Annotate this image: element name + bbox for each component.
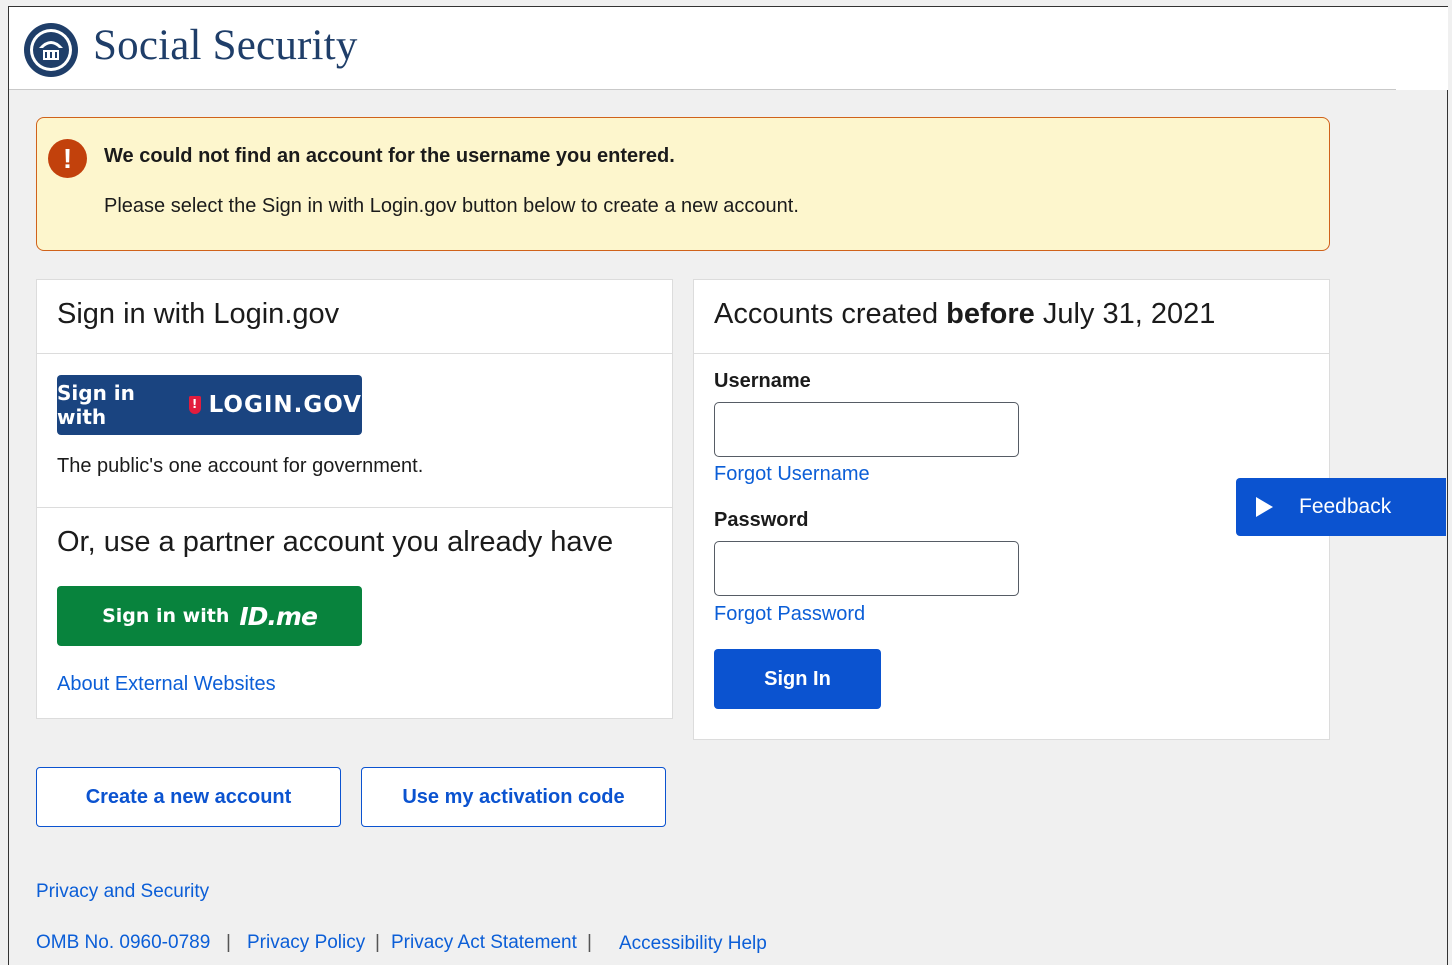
exclamation-icon: ! xyxy=(48,139,87,178)
sign-in-login-gov-button[interactable]: Sign in with ! LOGIN.GOV xyxy=(57,375,362,435)
footer-separator: | xyxy=(226,932,231,953)
privacy-act-statement-link[interactable]: Privacy Act Statement xyxy=(391,932,577,954)
legacy-panel-title: Accounts created before July 31, 2021 xyxy=(694,280,1329,354)
site-brand[interactable]: Social Security xyxy=(93,21,358,70)
site-header: Social Security xyxy=(9,7,1396,90)
sign-in-idme-button[interactable]: Sign in with ID.me xyxy=(57,586,362,646)
legacy-account-panel: Accounts created before July 31, 2021 Us… xyxy=(693,279,1330,740)
idme-button-prefix: Sign in with xyxy=(102,605,230,627)
password-input[interactable] xyxy=(714,541,1019,596)
forgot-username-link[interactable]: Forgot Username xyxy=(714,463,870,486)
login-gov-panel-title: Sign in with Login.gov xyxy=(37,280,672,354)
error-alert: ! We could not find an account for the u… xyxy=(36,117,1330,251)
legacy-title-post: July 31, 2021 xyxy=(1034,298,1216,330)
alert-message: Please select the Sign in with Login.gov… xyxy=(104,195,799,217)
feedback-label: Feedback xyxy=(1299,495,1392,518)
footer-separator: | xyxy=(587,932,592,953)
footer-separator: | xyxy=(375,932,380,953)
ssa-seal-icon[interactable] xyxy=(23,22,79,78)
omb-number-link[interactable]: OMB No. 0960-0789 xyxy=(36,932,210,954)
activation-code-button[interactable]: Use my activation code xyxy=(361,767,666,827)
forgot-password-link[interactable]: Forgot Password xyxy=(714,603,865,626)
password-label: Password xyxy=(714,509,809,531)
feedback-button[interactable]: Feedback xyxy=(1236,478,1446,536)
partner-account-title: Or, use a partner account you already ha… xyxy=(57,526,614,558)
username-input[interactable] xyxy=(714,402,1019,457)
panel-divider xyxy=(37,507,672,508)
login-gov-panel: Sign in with Login.gov Sign in with ! LO… xyxy=(36,279,673,719)
login-gov-button-prefix: Sign in with xyxy=(57,381,135,429)
header-edge xyxy=(1396,7,1448,90)
sign-in-button[interactable]: Sign In xyxy=(714,649,881,709)
page-frame: Social Security ! We could not find an a… xyxy=(8,6,1448,965)
login-gov-caption: The public's one account for government. xyxy=(57,455,424,477)
login-gov-shield-icon: ! xyxy=(188,396,201,414)
privacy-policy-link[interactable]: Privacy Policy xyxy=(247,932,365,954)
login-gov-brand: LOGIN.GOV xyxy=(208,392,362,418)
idme-brand: ID.me xyxy=(239,601,318,631)
legacy-title-pre: Accounts created xyxy=(714,298,947,330)
username-label: Username xyxy=(714,370,811,392)
accessibility-help-link[interactable]: Accessibility Help xyxy=(619,933,767,955)
create-account-button[interactable]: Create a new account xyxy=(36,767,341,827)
play-icon xyxy=(1256,497,1273,517)
alert-title: We could not find an account for the use… xyxy=(104,145,675,167)
privacy-security-link[interactable]: Privacy and Security xyxy=(36,881,209,903)
legacy-title-bold: before xyxy=(946,298,1035,330)
about-external-websites-link[interactable]: About External Websites xyxy=(57,673,276,696)
